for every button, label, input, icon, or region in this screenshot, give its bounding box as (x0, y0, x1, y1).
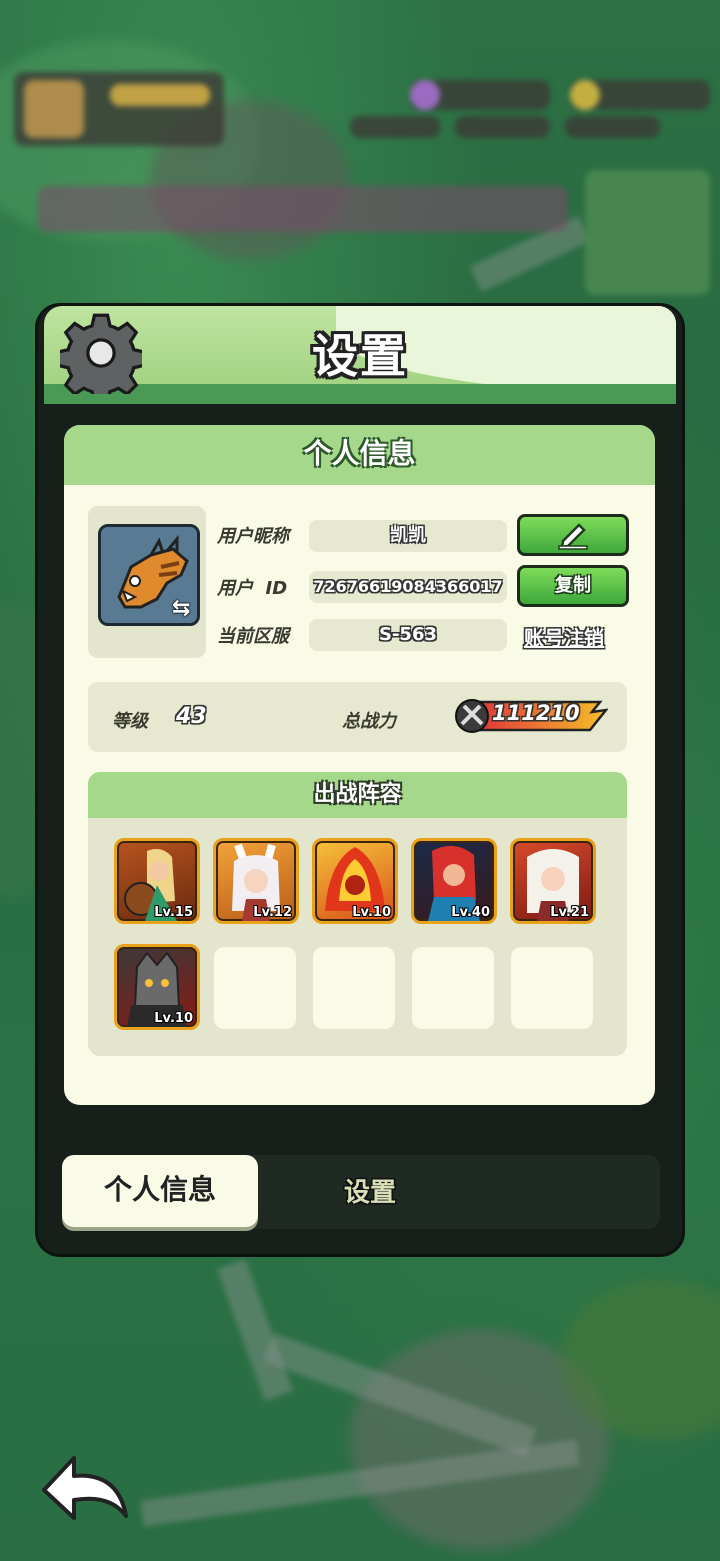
empty-hero-slot[interactable] (313, 947, 395, 1029)
empty-hero-slot[interactable] (511, 947, 593, 1029)
hero-level: Lv.10 (154, 1011, 193, 1026)
hero-level: Lv.10 (352, 905, 391, 920)
hero-slot[interactable]: Lv.40 (411, 838, 497, 924)
delete-account-link[interactable]: 账号注销 (524, 622, 604, 651)
nickname-label: 用户昵称 (217, 526, 289, 547)
user-id-label: 用户 ID (217, 578, 288, 599)
power-value: 111210 (492, 701, 580, 725)
profile-section-title: 个人信息 (64, 425, 655, 485)
level-value: 43 (176, 704, 207, 729)
avatar-container[interactable]: ⇆ (88, 506, 206, 658)
hero-level: Lv.21 (550, 905, 589, 920)
back-arrow-icon[interactable] (40, 1452, 132, 1522)
user-id-field: 72676619084366017 (309, 571, 507, 603)
hero-slot[interactable]: Lv.12 (213, 838, 299, 924)
hero-slot[interactable]: Lv.10 (114, 944, 200, 1030)
hero-level: Lv.12 (253, 905, 292, 920)
top-hud-blurred (0, 0, 720, 300)
nickname-field: 凯凯 (309, 520, 507, 552)
level-label: 等级 (112, 711, 148, 732)
empty-hero-slot[interactable] (214, 947, 296, 1029)
copy-id-button[interactable]: 复制 (517, 565, 629, 607)
tab-profile[interactable]: 个人信息 (62, 1155, 258, 1227)
power-badge: 111210 (454, 698, 608, 734)
hero-level: Lv.15 (154, 905, 193, 920)
hero-slot[interactable]: Lv.15 (114, 838, 200, 924)
empty-hero-slot[interactable] (412, 947, 494, 1029)
pencil-icon (558, 523, 588, 550)
power-label: 总战力 (342, 711, 396, 732)
lineup-title: 出战阵容 (88, 772, 627, 818)
server-field: S-563 (309, 619, 507, 651)
hero-slot[interactable]: Lv.21 (510, 838, 596, 924)
panel-title: 设置 (312, 329, 408, 383)
edit-nickname-button[interactable] (517, 514, 629, 556)
hero-level: Lv.40 (451, 905, 490, 920)
server-label: 当前区服 (217, 626, 289, 647)
swap-icon[interactable]: ⇆ (172, 596, 198, 622)
tab-settings[interactable]: 设置 (270, 1157, 470, 1229)
hero-slot[interactable]: Lv.10 (312, 838, 398, 924)
